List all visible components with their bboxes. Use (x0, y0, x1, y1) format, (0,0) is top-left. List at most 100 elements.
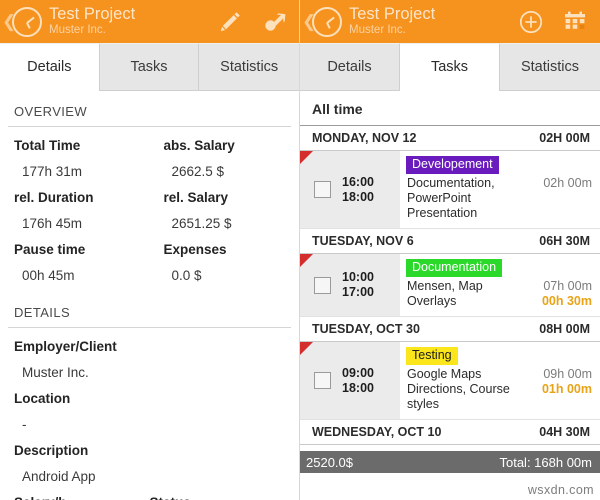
clock-icon (312, 6, 342, 37)
task-checkbox[interactable] (314, 276, 331, 294)
overview-values-row-1: 177h 31m 2662.5 $ (0, 159, 299, 185)
abs-salary-label: abs. Salary (163, 138, 235, 153)
details-body: OVERVIEW Total Time abs. Salary 177h 31m… (0, 91, 299, 500)
calendar-icon[interactable] (562, 9, 588, 35)
right-title-block: Test Project Muster Inc. (349, 6, 518, 37)
tab-details-label: Details (27, 59, 72, 75)
project-subtitle: Muster Inc. (349, 24, 406, 36)
task-description: Google Maps Directions, Course styles (407, 367, 510, 411)
overview-grid: Total Time abs. Salary 177h 31m 2662.5 $… (0, 127, 299, 289)
day-header-date: MONDAY, NOV 12 (312, 131, 417, 145)
task-durations: 02h 00m (528, 176, 600, 221)
rel-salary-value: 2651.25 $ (171, 216, 232, 231)
description-value: Android App (22, 469, 96, 484)
left-action-bar: ❮ Test Project Muster Inc. (0, 0, 299, 43)
screen-details: ❮ Test Project Muster Inc. Details Tasks… (0, 0, 300, 500)
task-row[interactable]: 16:00 18:00 Developement Documentation, … (300, 151, 600, 229)
tab-tasks-label: Tasks (430, 59, 469, 75)
tab-statistics[interactable]: Statistics (500, 43, 600, 90)
tab-details-label: Details (327, 59, 372, 75)
summary-money: 2520.0$ (306, 454, 353, 470)
day-header: MONDAY, NOV 12 02H 00M (300, 126, 600, 151)
task-checkbox[interactable] (314, 372, 331, 389)
task-content: Documentation Mensen, Map Overlays 07h 0… (400, 254, 600, 316)
left-action-icons (217, 9, 293, 35)
task-end-time: 17:00 (342, 285, 374, 299)
left-tabstrip: Details Tasks Statistics (0, 43, 299, 91)
day-header: WEDNESDAY, OCT 10 04H 30M (300, 420, 600, 445)
task-tag: Testing (406, 347, 458, 365)
rel-duration-label: rel. Duration (14, 190, 94, 205)
task-times: 16:00 18:00 (342, 175, 374, 205)
screen-tasks: ❮ Test Project Muster Inc. Details Tasks… (300, 0, 600, 500)
location-label: Location (14, 391, 71, 406)
task-times: 09:00 18:00 (342, 366, 374, 396)
rel-salary-label: rel. Salary (163, 190, 229, 205)
task-description: Documentation, PowerPoint Presentation (407, 176, 495, 220)
overview-labels-row-3: Pause time Expenses (0, 237, 299, 263)
task-meta: Mensen, Map Overlays 07h 00m 00h 30m (400, 277, 600, 309)
task-start-time: 09:00 (342, 365, 374, 380)
summary-total: Total: 168h 00m (499, 454, 592, 470)
time-filter-label[interactable]: All time (300, 91, 600, 126)
task-start-time: 10:00 (342, 270, 374, 284)
task-tag: Documentation (406, 259, 503, 277)
overview-values-row-2: 176h 45m 2651.25 $ (0, 211, 299, 237)
salary-status-row: Salary/h Status (0, 490, 299, 500)
task-end-time: 18:00 (342, 380, 374, 395)
employer-label: Employer/Client (14, 339, 117, 354)
right-tabstrip: Details Tasks Statistics (300, 43, 600, 91)
description-label: Description (14, 443, 89, 458)
edit-pencil-icon[interactable] (217, 9, 243, 35)
tab-details[interactable]: Details (0, 43, 100, 91)
tab-details[interactable]: Details (300, 43, 400, 90)
tab-tasks[interactable]: Tasks (99, 43, 200, 90)
overview-labels-row-2: rel. Duration rel. Salary (0, 185, 299, 211)
tab-tasks[interactable]: Tasks (400, 43, 500, 91)
status-label: Status (150, 490, 300, 500)
flag-marker-icon (300, 151, 313, 164)
details-heading: DETAILS (14, 305, 71, 320)
day-header-total: 06H 30M (539, 234, 590, 248)
location-value: - (22, 417, 27, 432)
day-header-date: TUESDAY, NOV 6 (312, 234, 414, 248)
tab-statistics[interactable]: Statistics (199, 43, 299, 90)
day-header: TUESDAY, NOV 6 06H 30M (300, 229, 600, 254)
project-subtitle: Muster Inc. (49, 24, 106, 36)
task-tag: Developement (406, 156, 499, 174)
day-header-total: 08H 00M (539, 322, 590, 336)
day-header-date: TUESDAY, OCT 30 (312, 322, 420, 336)
plus-circle-icon[interactable] (518, 9, 544, 35)
tab-statistics-label: Statistics (220, 59, 279, 75)
details-list: Employer/Client Muster Inc. Location - D… (0, 328, 299, 500)
task-time-block: 16:00 18:00 (300, 151, 400, 228)
right-action-icons (518, 9, 594, 35)
total-time-value: 177h 31m (22, 164, 83, 179)
task-meta: Documentation, PowerPoint Presentation 0… (400, 174, 600, 221)
expenses-label: Expenses (163, 242, 227, 257)
day-header-date: WEDNESDAY, OCT 10 (312, 425, 442, 439)
overview-labels-row-1: Total Time abs. Salary (0, 133, 299, 159)
task-time-block: 10:00 17:00 (300, 254, 400, 316)
total-time-label: Total Time (14, 138, 81, 153)
task-duration: 09h 00m (543, 367, 592, 381)
pause-time-value: 00h 45m (22, 268, 75, 283)
day-header-total: 04H 30M (539, 425, 590, 439)
task-content: Developement Documentation, PowerPoint P… (400, 151, 600, 228)
task-durations: 09h 00m 01h 00m (528, 367, 600, 412)
salary-per-hour-label: Salary/h (0, 490, 150, 500)
task-row[interactable]: 09:00 18:00 Testing Google Maps Directio… (300, 342, 600, 420)
dual-screenshot-container: ❮ Test Project Muster Inc. Details Tasks… (0, 0, 600, 500)
task-start-time: 16:00 (342, 174, 374, 189)
task-checkbox[interactable] (314, 181, 331, 198)
employer-value: Muster Inc. (22, 365, 89, 380)
task-row[interactable]: 10:00 17:00 Documentation Mensen, Map Ov… (300, 254, 600, 317)
task-meta: Google Maps Directions, Course styles 09… (400, 365, 600, 412)
left-title-block: Test Project Muster Inc. (49, 6, 217, 37)
pin-icon[interactable] (261, 9, 287, 35)
task-overtime: 01h 00m (541, 382, 592, 396)
summary-status-bar: 2520.0$ Total: 168h 00m (300, 451, 600, 473)
task-content: Testing Google Maps Directions, Course s… (400, 342, 600, 419)
right-action-bar: ❮ Test Project Muster Inc. (300, 0, 600, 43)
watermark: wsxdn.com (527, 483, 594, 497)
